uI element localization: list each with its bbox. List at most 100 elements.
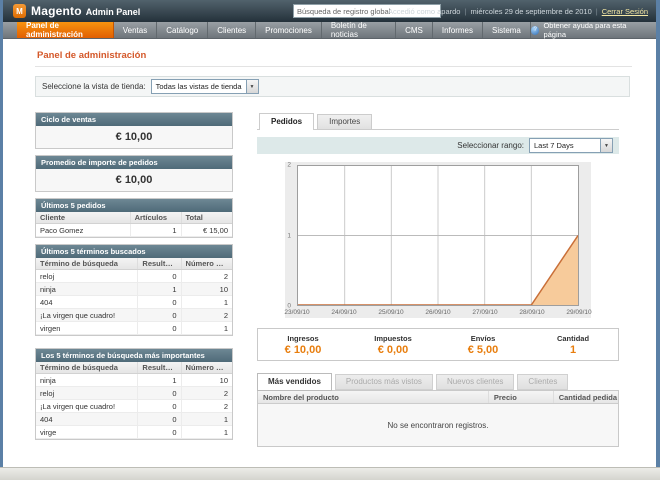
column-header-resultados: Resultados xyxy=(137,362,182,374)
lifetime-sales-panel: Ciclo de ventas € 10,00 xyxy=(35,112,233,149)
table-row[interactable]: ¡La virgen que cuadro! 0 2 xyxy=(36,399,232,413)
top-search-terms-table: Término de búsqueda Resultados Número de u… xyxy=(36,362,232,439)
tab-productos-mas-vistos[interactable]: Productos más vistos xyxy=(334,374,433,390)
column-header-nombre-del-producto: Nombre del producto xyxy=(258,391,489,404)
total-cantidad: Cantidad 1 xyxy=(528,334,618,356)
table-cell: 2 xyxy=(180,308,232,322)
nav-item-boletin-de-noticias[interactable]: Boletín de noticias xyxy=(322,21,397,39)
last-search-terms-panel: Últimos 5 términos buscados Término de b… xyxy=(35,244,233,336)
chart-x-axis: 23/09/10 24/09/10 25/09/10 26/09/10 27/09/10… xyxy=(284,309,591,319)
help-link[interactable]: ? Obtener ayuda para esta página xyxy=(530,21,656,39)
table-cell: reloj xyxy=(36,269,138,283)
header-separator: | xyxy=(464,6,467,16)
table-cell: 0 xyxy=(137,399,182,413)
column-header-numero-de-usos: Número de usos xyxy=(180,362,232,374)
panel-title: Ciclo de ventas xyxy=(36,113,232,126)
nav-item-promociones[interactable]: Promociones xyxy=(256,22,322,38)
column-header-resultados: Resultados xyxy=(137,258,182,270)
column-header-total: Total xyxy=(180,212,232,224)
table-cell: 0 xyxy=(137,386,182,400)
range-bar: Seleccionar rango: Last 7 Days ▼ xyxy=(257,137,619,154)
table-cell: 0 xyxy=(137,412,182,426)
table-row[interactable]: ¡La virgen que cuadro! 0 2 xyxy=(36,308,232,322)
x-axis-label: 24/09/10 xyxy=(331,309,357,316)
column-header-termino-de-busqueda: Término de búsqueda xyxy=(36,258,138,270)
total-impuestos: Impuestos € 0,00 xyxy=(348,334,438,356)
table-cell: reloj xyxy=(36,386,138,400)
table-row[interactable]: Paco Gomez 1 € 15,00 xyxy=(36,223,232,237)
total-envios: Envíos € 5,00 xyxy=(438,334,528,356)
table-row[interactable]: virgen 0 1 xyxy=(36,321,232,335)
nav-item-informes[interactable]: Informes xyxy=(433,22,483,38)
tab-clientes[interactable]: Clientes xyxy=(517,374,569,390)
table-cell: virge xyxy=(36,425,138,439)
panel-title: Últimos 5 términos buscados xyxy=(36,245,232,258)
total-label: Ingresos xyxy=(287,333,319,343)
total-label: Impuestos xyxy=(374,333,412,343)
table-cell: 404 xyxy=(36,295,138,309)
logged-in-as: Accedió como apardo xyxy=(387,6,461,16)
nav-item-panel-de-administracion[interactable]: Panel de administración xyxy=(17,21,114,39)
table-row[interactable]: reloj 0 2 xyxy=(36,269,232,283)
panel-title: Promedio de importe de pedidos xyxy=(36,156,232,169)
chart-tabs: Pedidos Importes xyxy=(257,112,619,130)
table-header-row: Término de búsqueda Resultados Número de u… xyxy=(36,362,232,374)
table-header-row: Término de búsqueda Resultados Número de u… xyxy=(36,258,232,270)
main-navbar: Panel de administración Ventas Catálogo Cli… xyxy=(3,21,656,39)
table-header-row: Nombre del producto Precio Cantidad pedida xyxy=(258,391,618,404)
column-header-articulos: Artículos xyxy=(129,212,182,224)
total-value: € 5,00 xyxy=(467,343,499,356)
top-search-terms-panel: Los 5 términos de búsqueda más important… xyxy=(35,348,233,440)
table-row[interactable]: virge 0 1 xyxy=(36,425,232,439)
nav-item-clientes[interactable]: Clientes xyxy=(208,22,257,38)
tab-pedidos[interactable]: Pedidos xyxy=(259,113,315,130)
nav-item-sistema[interactable]: Sistema xyxy=(483,22,531,38)
screen-edge-left xyxy=(0,0,3,468)
x-axis-label: 28/09/10 xyxy=(519,309,545,316)
total-value: € 10,00 xyxy=(284,343,322,356)
table-cell: 0 xyxy=(137,308,182,322)
tab-importes[interactable]: Importes xyxy=(317,114,373,129)
range-select[interactable]: Last 7 Days ▼ xyxy=(529,138,613,153)
brand-name: Magento xyxy=(31,4,82,18)
range-selected-value: Last 7 Days xyxy=(534,141,574,150)
table-cell: 0 xyxy=(137,295,182,309)
total-value: € 0,00 xyxy=(377,343,409,356)
total-label: Envíos xyxy=(470,333,496,343)
last-search-terms-table: Término de búsqueda Resultados Número de u… xyxy=(36,258,232,335)
y-axis-label: 1 xyxy=(287,232,291,239)
table-row[interactable]: ninja 1 10 xyxy=(36,373,232,387)
table-cell: 2 xyxy=(180,269,232,283)
nav-item-cms[interactable]: CMS xyxy=(396,22,433,38)
table-cell: 10 xyxy=(180,282,232,296)
column-header-precio: Precio xyxy=(487,391,554,404)
store-view-select[interactable]: Todas las vistas de tienda ▼ xyxy=(150,79,259,94)
tab-mas-vendidos[interactable]: Más vendidos xyxy=(257,373,332,391)
table-cell: ¡La virgen que cuadro! xyxy=(36,308,138,322)
total-ingresos: Ingresos € 10,00 xyxy=(258,334,348,356)
logout-link[interactable]: Cerrar Sesión xyxy=(602,7,648,16)
total-label: Cantidad xyxy=(556,333,590,343)
nav-item-catalogo[interactable]: Catálogo xyxy=(157,22,209,38)
table-row[interactable]: 404 0 1 xyxy=(36,295,232,309)
table-cell: 0 xyxy=(137,321,182,335)
magento-logo[interactable]: M Magento Admin Panel xyxy=(13,4,140,18)
table-row[interactable]: reloj 0 2 xyxy=(36,386,232,400)
products-grid: Nombre del producto Precio Cantidad pedida… xyxy=(257,390,619,447)
table-header-row: Cliente Artículos Total xyxy=(36,212,232,224)
table-cell: 10 xyxy=(180,373,232,387)
chart-plot-area xyxy=(297,165,579,306)
title-divider xyxy=(35,66,632,67)
range-label: Seleccionar rango: xyxy=(457,141,524,150)
x-axis-label: 25/09/10 xyxy=(378,309,404,316)
tab-nuevos-clientes[interactable]: Nuevos clientes xyxy=(435,374,515,390)
column-header-cliente: Cliente xyxy=(36,212,131,224)
header-user-area: Accedió como apardo | miércoles 29 de se… xyxy=(388,0,648,22)
table-cell: ninja xyxy=(36,282,138,296)
table-cell: 0 xyxy=(137,269,182,283)
table-row[interactable]: ninja 1 10 xyxy=(36,282,232,296)
average-orders-value: € 10,00 xyxy=(36,169,232,191)
nav-item-ventas[interactable]: Ventas xyxy=(114,22,158,38)
total-value: 1 xyxy=(569,343,577,356)
table-row[interactable]: 404 0 1 xyxy=(36,412,232,426)
